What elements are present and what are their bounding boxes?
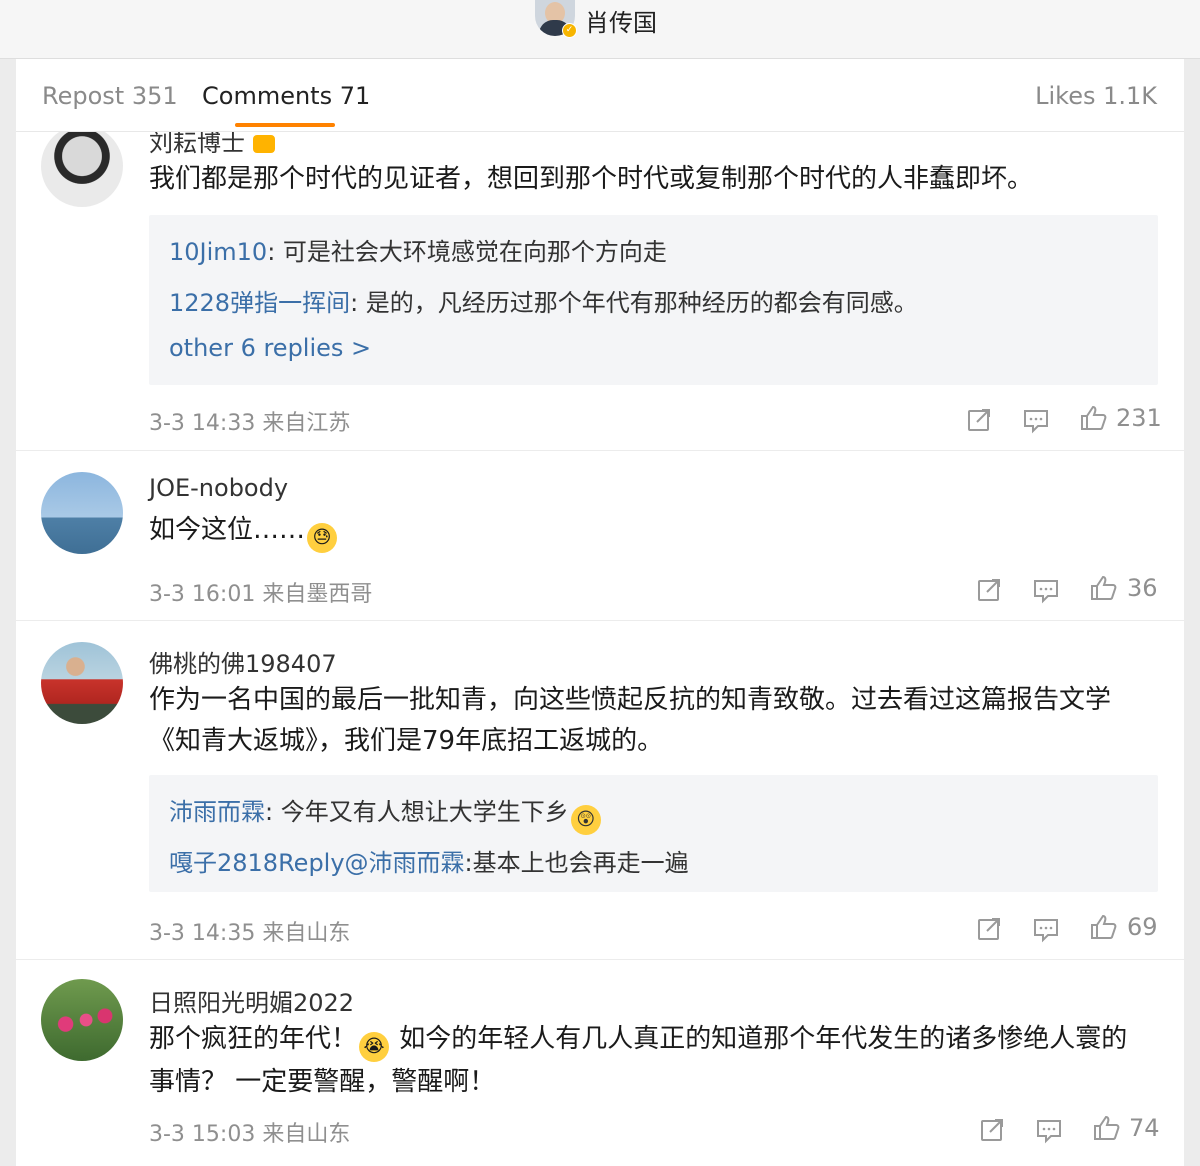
share-icon[interactable] <box>977 1115 1007 1145</box>
tab-comments[interactable]: Comments 71 <box>202 82 370 110</box>
more-replies-link[interactable]: other 6 replies > <box>169 334 371 362</box>
thumbs-up-icon[interactable] <box>1088 912 1118 942</box>
comment-item: 刘耘博士 我们都是那个时代的见证者，想回到那个时代或复制那个时代的人非蠢即坏。 … <box>16 115 1184 451</box>
verified-badge-icon: ✓ <box>562 23 577 38</box>
reply-to-label: Reply <box>278 849 345 877</box>
share-icon[interactable] <box>974 575 1004 605</box>
reply-text: 今年又有人想让大学生下乡 <box>280 798 569 826</box>
comment-meta: 3-3 15:03 来自山东 <box>149 1122 351 1147</box>
like-count: 69 <box>1127 913 1158 941</box>
reply-separator: : <box>267 238 283 266</box>
comment-meta: 3-3 16:01 来自墨西哥 <box>149 582 373 607</box>
thumbs-up-icon[interactable] <box>1078 403 1108 433</box>
like-count: 231 <box>1116 404 1162 432</box>
tab-repost[interactable]: Repost 351 <box>42 82 178 110</box>
thumbs-up-icon[interactable] <box>1088 573 1118 603</box>
comment-text-part: 那个疯狂的年代！ <box>149 1024 358 1054</box>
username-text: 刘耘博士 <box>149 129 245 157</box>
like-count: 74 <box>1129 1114 1160 1142</box>
reply-box[interactable]: 10Jim10: 可是社会大环境感觉在向那个方向走 1228弹指一挥间: 是的，… <box>149 215 1158 385</box>
comment-item: 佛桃的佛198407 作为一名中国的最后一批知青，向这些愤起反抗的知青致敬。过去… <box>16 620 1184 960</box>
tab-likes[interactable]: Likes 1.1K <box>1035 82 1157 110</box>
avatar[interactable] <box>41 125 123 207</box>
share-icon[interactable] <box>964 405 994 435</box>
reply-separator: : <box>265 798 281 826</box>
reply-mention[interactable]: @沛雨而霖 <box>345 849 465 877</box>
comment-text-content: 如今这位…… <box>149 515 306 545</box>
reply-username[interactable]: 1228弹指一挥间 <box>169 289 350 317</box>
reply-item: 10Jim10: 可是社会大环境感觉在向那个方向走 <box>169 232 667 267</box>
reply-item: 沛雨而霖: 今年又有人想让大学生下乡 😲 <box>169 792 603 835</box>
comment-icon[interactable] <box>1031 914 1061 944</box>
comments-panel: Repost 351 Comments 71 Likes 1.1K 刘耘博士 我… <box>16 59 1184 1166</box>
reply-username[interactable]: 沛雨而霖 <box>169 798 265 826</box>
comment-text: 如今这位…… 😓 <box>149 510 1159 553</box>
comment-text: 我们都是那个时代的见证者，想回到那个时代或复制那个时代的人非蠢即坏。 <box>149 164 1034 194</box>
tab-bar: Repost 351 Comments 71 Likes 1.1K <box>16 59 1184 132</box>
reply-username[interactable]: 10Jim10 <box>169 238 267 266</box>
reply-text: 基本上也会再走一遍 <box>472 849 689 877</box>
avatar[interactable] <box>41 979 123 1061</box>
crown-badge-icon <box>253 135 275 153</box>
reply-text: 是的，凡经历过那个年代有那种经历的都会有同感。 <box>365 289 918 317</box>
comment-meta: 3-3 14:33 来自江苏 <box>149 411 351 436</box>
like-count: 36 <box>1127 574 1158 602</box>
avatar[interactable] <box>41 642 123 724</box>
shocked-emoji-icon: 😲 <box>570 805 601 835</box>
reply-separator: : <box>464 849 473 877</box>
username[interactable]: JOE-nobody <box>149 474 288 502</box>
avatar[interactable] <box>41 472 123 554</box>
reply-separator: : <box>350 289 366 317</box>
share-icon[interactable] <box>974 914 1004 944</box>
comment-icon[interactable] <box>1034 1115 1064 1145</box>
thumbs-up-icon[interactable] <box>1091 1113 1121 1143</box>
comment-icon[interactable] <box>1031 575 1061 605</box>
author-name[interactable]: 肖传国 <box>585 3 657 38</box>
sweat-emoji-icon: 😓 <box>307 523 338 553</box>
username[interactable]: 日照阳光明媚2022 <box>149 983 354 1018</box>
comment-text: 作为一名中国的最后一批知青，向这些愤起反抗的知青致敬。过去看过这篇报告文学《知青… <box>149 685 1112 756</box>
crying-emoji-icon: 😭 <box>359 1032 390 1062</box>
comment-icon[interactable] <box>1021 405 1051 435</box>
reply-item: 嘎子2818Reply@沛雨而霖:基本上也会再走一遍 <box>169 843 689 878</box>
top-bar: ✓ 肖传国 <box>0 0 1200 59</box>
reply-item: 1228弹指一挥间: 是的，凡经历过那个年代有那种经历的都会有同感。 <box>169 283 918 318</box>
comment-item: JOE-nobody 如今这位…… 😓 3-3 16:01 来自墨西哥 36 <box>16 450 1184 621</box>
active-tab-indicator <box>235 123 335 127</box>
comment-item: 日照阳光明媚2022 那个疯狂的年代！ 😭 如今的年轻人有几人真正的知道那个年代发… <box>16 959 1184 1166</box>
comment-meta: 3-3 14:35 来自山东 <box>149 921 351 946</box>
username[interactable]: 佛桃的佛198407 <box>149 644 337 679</box>
reply-username[interactable]: 嘎子2818 <box>169 849 278 877</box>
reply-text: 可是社会大环境感觉在向那个方向走 <box>282 238 667 266</box>
comment-text: 那个疯狂的年代！ 😭 如今的年轻人有几人真正的知道那个年代发生的诸多惨绝人寰的 事… <box>149 1019 1159 1103</box>
reply-box[interactable]: 沛雨而霖: 今年又有人想让大学生下乡 😲 嘎子2818Reply@沛雨而霖:基本上… <box>149 775 1158 892</box>
